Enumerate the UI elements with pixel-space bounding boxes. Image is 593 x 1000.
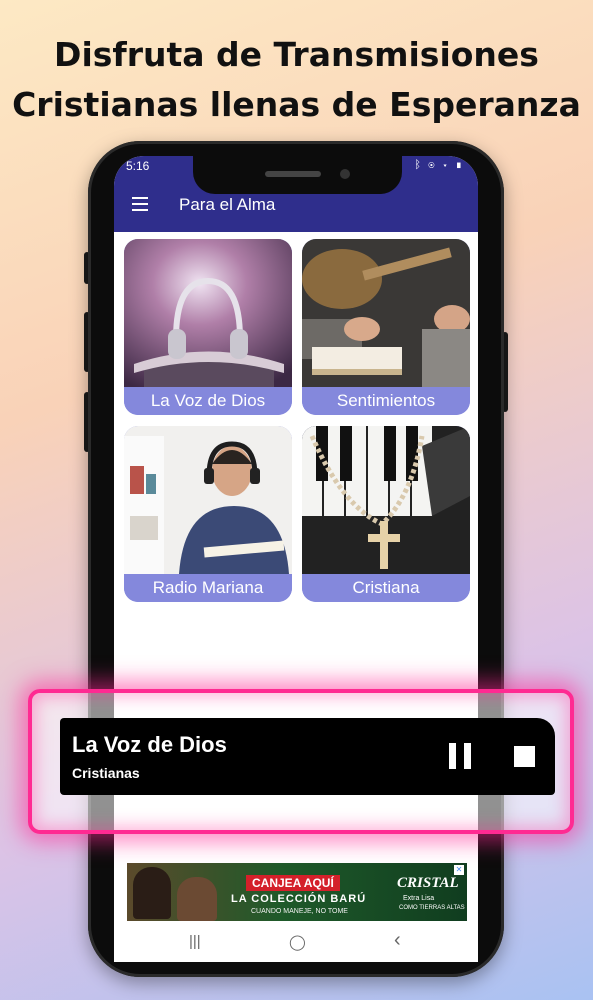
praying-hands-guitar-image (302, 239, 470, 387)
tile-label: La Voz de Dios (124, 387, 292, 415)
recent-apps-icon[interactable]: ||| (189, 933, 201, 950)
pause-icon[interactable] (449, 743, 473, 769)
phone-speaker (265, 171, 321, 177)
tile-radio-mariana[interactable]: Radio Mariana (124, 426, 292, 602)
now-playing-bar[interactable]: La Voz de Dios Cristianas (60, 718, 555, 795)
ad-banner[interactable]: CANJEA AQUÍ LA COLECCIÓN BARÚ CUANDO MAN… (127, 863, 467, 921)
ad-close-icon[interactable]: ✕ (454, 865, 464, 875)
ad-brand-tag: Extra Lisa (403, 895, 435, 902)
ad-disclaimer: CUANDO MANEJE, NO TOME (251, 908, 348, 915)
ad-headline: LA COLECCIÓN BARÚ (231, 893, 367, 905)
tile-cristiana[interactable]: Cristiana (302, 426, 470, 602)
phone-camera (340, 169, 350, 179)
headline-line-2: Cristianas llenas de Esperanza (12, 85, 581, 124)
back-icon[interactable]: ‹ (394, 929, 401, 952)
tile-la-voz-de-dios[interactable]: La Voz de Dios (124, 239, 292, 415)
player-subtitle: Cristianas (72, 765, 140, 781)
rosary-on-piano-image (302, 426, 470, 574)
ad-brand-tag2: COMO TIERRAS ALTAS (399, 905, 465, 911)
hamburger-menu-icon[interactable] (132, 197, 148, 211)
ad-person-image (133, 867, 171, 919)
status-time: 5:16 (126, 159, 150, 173)
man-with-headphones-image (124, 426, 292, 574)
status-icons: ᛒ ◉ ▾ ▮ (414, 159, 464, 171)
home-icon[interactable]: ◯ (289, 933, 306, 951)
promo-headline: Disfruta de Transmisiones Cristianas lle… (0, 30, 593, 130)
player-title: La Voz de Dios (72, 732, 227, 757)
tile-label: Cristiana (302, 574, 470, 602)
tile-label: Sentimientos (302, 387, 470, 415)
ad-cta: CANJEA AQUÍ (246, 875, 340, 891)
tile-sentimientos[interactable]: Sentimientos (302, 239, 470, 415)
ad-brand: CRISTAL (397, 875, 459, 891)
headline-line-1: Disfruta de Transmisiones (54, 35, 539, 74)
app-screen: 5:16 ᛒ ◉ ▾ ▮ Para el Alma La Voz de Dios (114, 156, 478, 956)
ad-person-image (177, 877, 217, 921)
android-nav-bar: ||| ◯ ‹ (114, 922, 478, 962)
app-title: Para el Alma (179, 195, 276, 214)
stop-icon[interactable] (514, 746, 535, 767)
tile-label: Radio Mariana (124, 574, 292, 602)
headphones-on-bible-image (124, 239, 292, 387)
